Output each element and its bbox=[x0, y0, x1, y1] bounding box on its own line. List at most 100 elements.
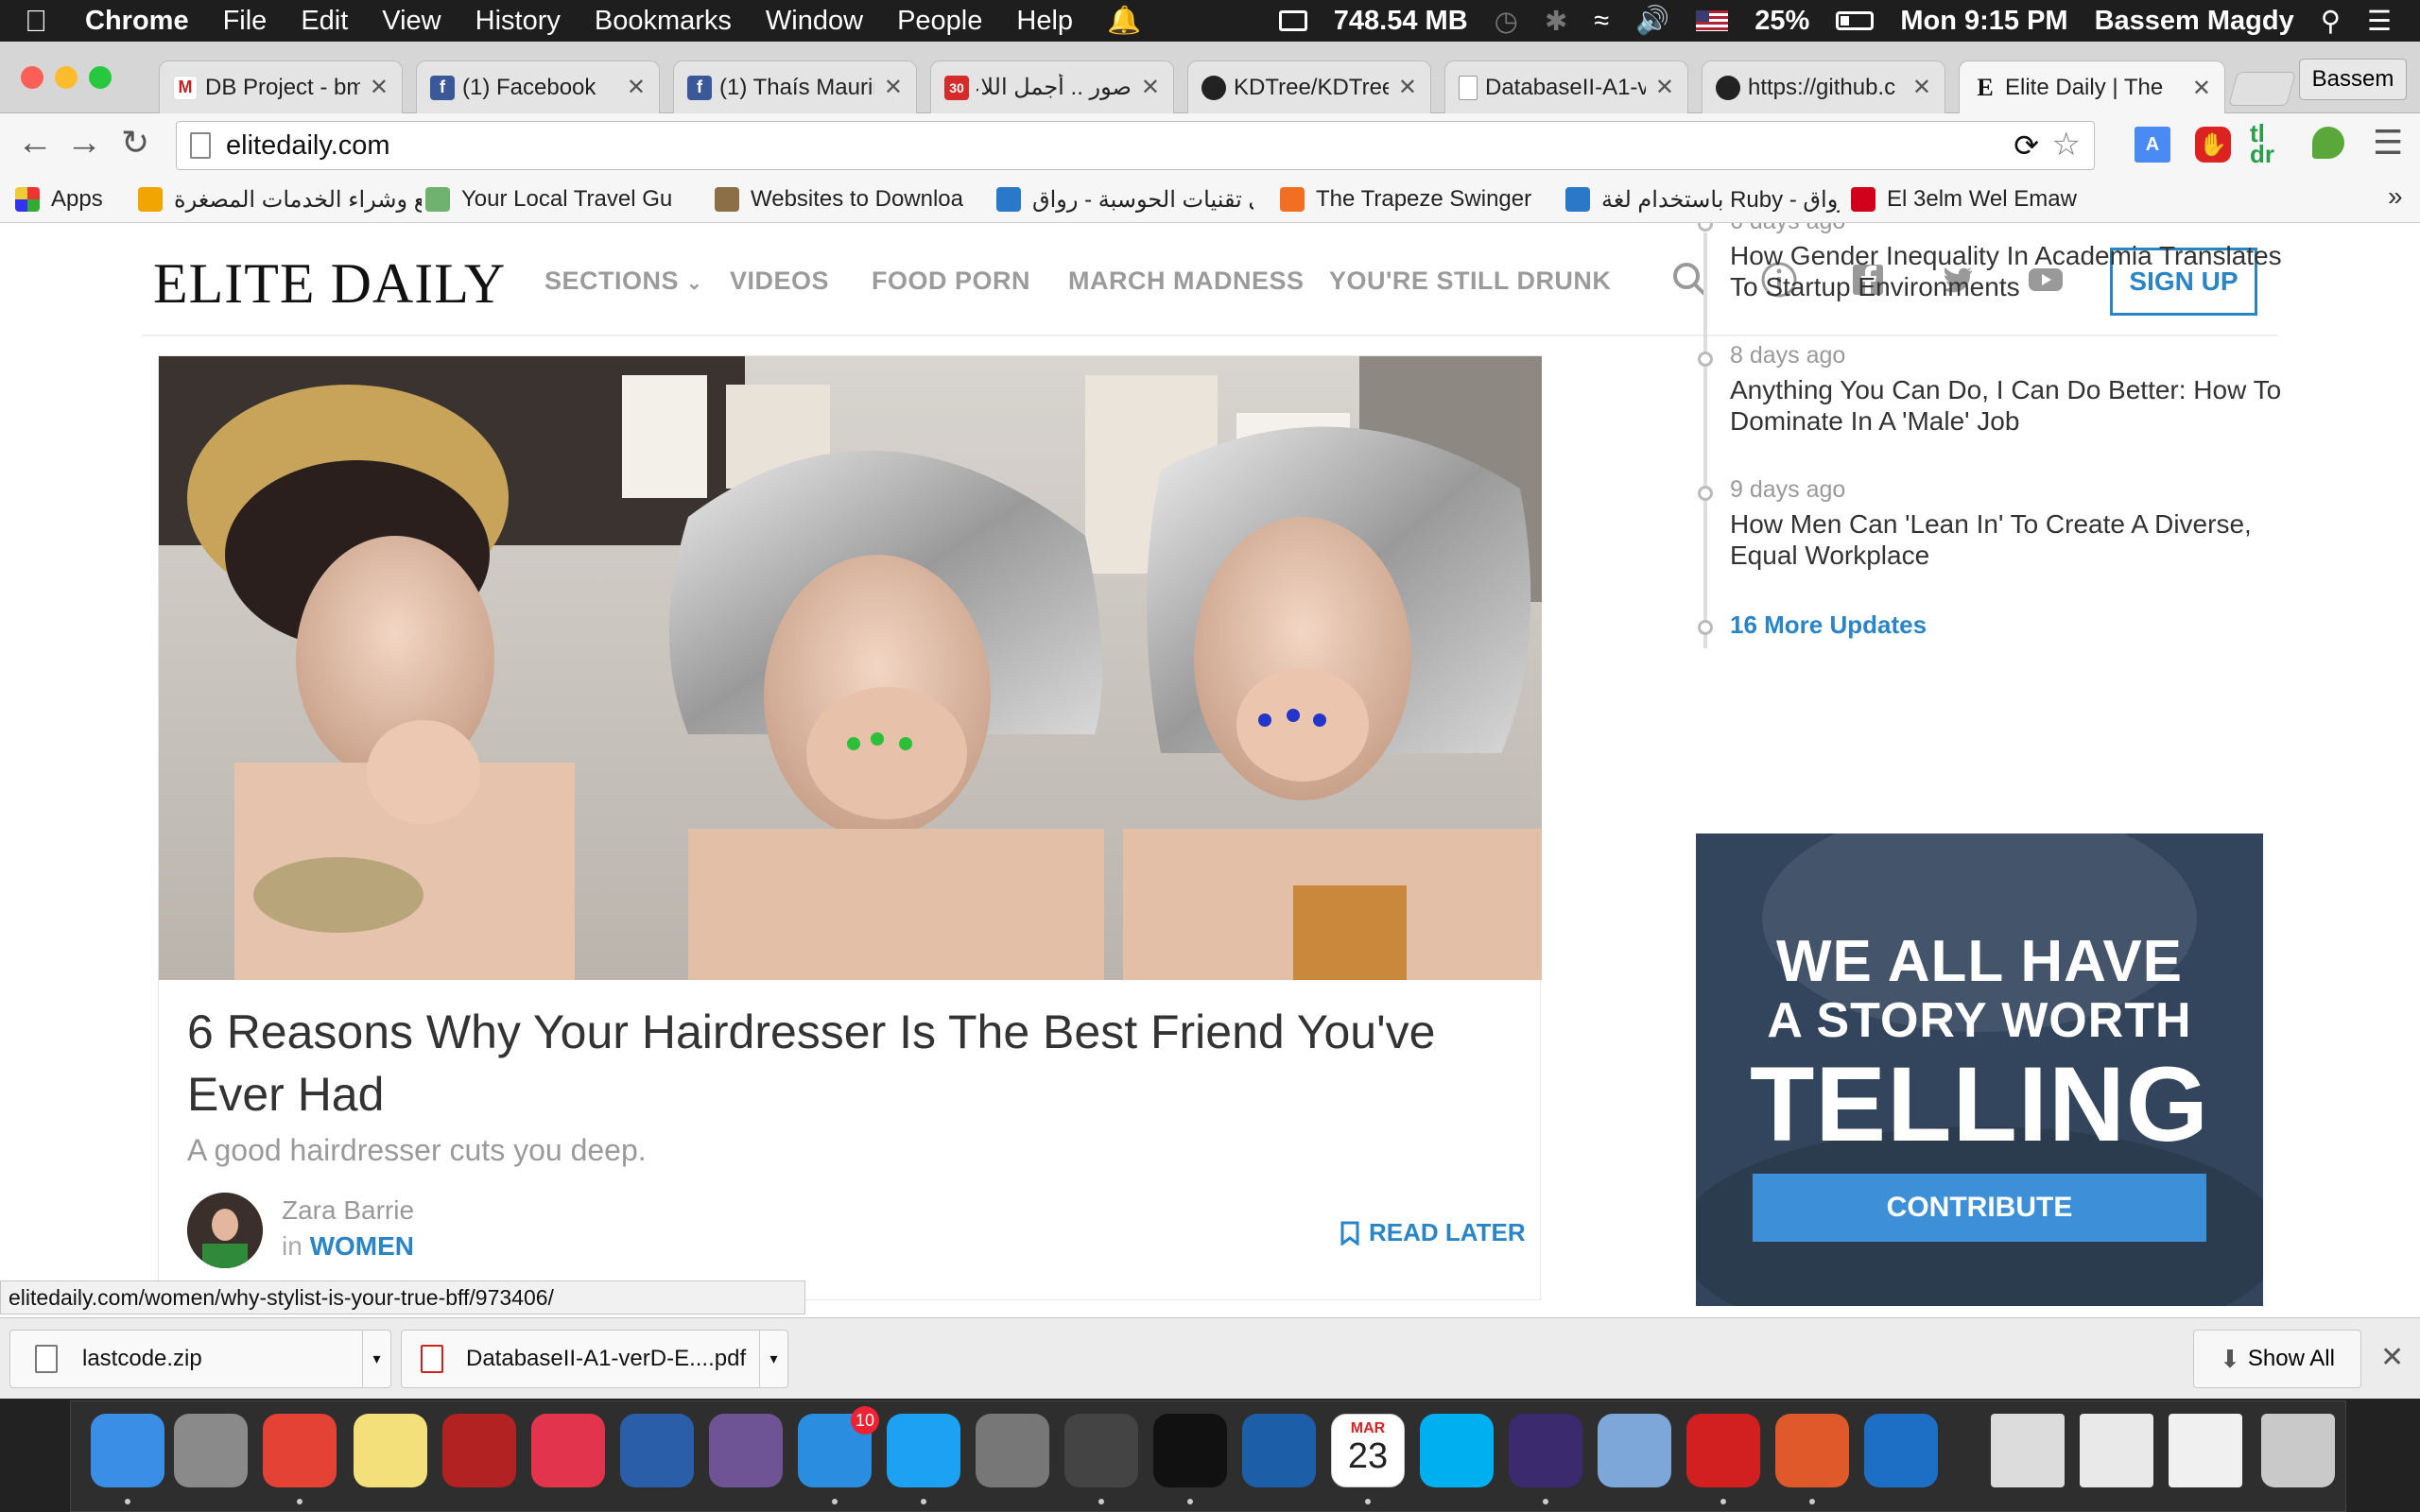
evernote-extension-icon[interactable] bbox=[2312, 127, 2344, 159]
trash-dock-icon[interactable] bbox=[2261, 1414, 2335, 1487]
more-bookmarks-icon[interactable]: » bbox=[2388, 181, 2403, 212]
notification-bell-icon[interactable]: 🔔 bbox=[1107, 5, 1141, 37]
virtualbox-dock-icon[interactable] bbox=[1242, 1414, 1316, 1487]
close-tab-icon[interactable]: ✕ bbox=[884, 74, 903, 101]
close-tab-icon[interactable]: ✕ bbox=[1655, 74, 1674, 101]
timeline-headline[interactable]: How Gender Inequality In Academia Transl… bbox=[1730, 240, 2288, 302]
memory-readout[interactable]: 748.54 MB bbox=[1334, 6, 1468, 37]
launchpad-dock-icon[interactable] bbox=[174, 1414, 248, 1487]
apple-icon[interactable]:  bbox=[25, 4, 47, 39]
battery-icon[interactable] bbox=[1836, 11, 1875, 30]
system-preferences-dock-icon[interactable] bbox=[976, 1414, 1049, 1487]
close-tab-icon[interactable]: ✕ bbox=[2192, 75, 2211, 102]
acrobat-dock-icon[interactable] bbox=[1686, 1414, 1760, 1487]
translate-extension-icon[interactable]: A bbox=[2135, 127, 2170, 163]
article-card[interactable]: 6 Reasons Why Your Hairdresser Is The Be… bbox=[158, 355, 1542, 1300]
xcode-dock-icon[interactable] bbox=[1864, 1414, 1938, 1487]
menu-view[interactable]: View bbox=[382, 6, 441, 37]
contribute-ad[interactable]: WE ALL HAVE A STORY WORTH TELLING CONTRI… bbox=[1696, 833, 2263, 1306]
menu-window[interactable]: Window bbox=[766, 6, 863, 37]
close-tab-icon[interactable]: ✕ bbox=[1912, 74, 1931, 101]
menu-bookmarks[interactable]: Bookmarks bbox=[595, 6, 732, 37]
author-name[interactable]: Zara Barrie bbox=[282, 1195, 414, 1226]
address-bar[interactable]: elitedaily.com ⟳ ☆ bbox=[176, 121, 2095, 170]
minimize-window-button[interactable] bbox=[55, 66, 78, 89]
menu-file[interactable]: File bbox=[223, 6, 268, 37]
wifi-icon[interactable]: ≈ bbox=[1594, 6, 1609, 37]
memory-monitor-icon[interactable] bbox=[1278, 10, 1307, 31]
profile-button[interactable]: Bassem bbox=[2299, 59, 2407, 100]
terminal-dock-icon[interactable] bbox=[1153, 1414, 1227, 1487]
close-window-button[interactable] bbox=[21, 66, 43, 89]
sublime-text-dock-icon[interactable] bbox=[1064, 1414, 1138, 1487]
nav-food-porn[interactable]: FOOD PORN bbox=[872, 266, 1030, 296]
tab-github[interactable]: https://github.c ✕ bbox=[1702, 60, 1945, 113]
clock[interactable]: Mon 9:15 PM bbox=[1900, 6, 2067, 37]
back-button[interactable]: ← bbox=[17, 123, 53, 163]
nav-videos[interactable]: VIDEOS bbox=[730, 266, 829, 296]
nav-sections[interactable]: SECTIONS ⌄ bbox=[544, 266, 702, 296]
volume-icon[interactable]: 🔊 bbox=[1635, 5, 1669, 37]
us-flag-icon[interactable] bbox=[1696, 10, 1729, 31]
bookmark-el-3elm[interactable]: El 3elm Wel Emaw bbox=[1851, 183, 2108, 215]
menu-help[interactable]: Help bbox=[1016, 6, 1073, 37]
finder-dock-icon[interactable] bbox=[91, 1414, 164, 1487]
timeline-headline[interactable]: How Men Can 'Lean In' To Create A Divers… bbox=[1730, 508, 2288, 571]
reload-button[interactable]: ↻ bbox=[121, 123, 149, 163]
app-store-dock-icon[interactable]: 10 bbox=[798, 1406, 879, 1487]
close-tab-icon[interactable]: ✕ bbox=[1141, 74, 1160, 101]
close-shelf-icon[interactable]: ✕ bbox=[2380, 1341, 2404, 1374]
download-menu-chevron-icon[interactable]: ▾ bbox=[362, 1330, 390, 1388]
download-item-lastcode[interactable]: lastcode.zip ▾ bbox=[9, 1330, 391, 1388]
close-tab-icon[interactable]: ✕ bbox=[370, 74, 389, 101]
contribute-button[interactable]: CONTRIBUTE bbox=[1753, 1174, 2206, 1242]
tab-kdtree[interactable]: KDTree/KDTree. ✕ bbox=[1187, 60, 1431, 113]
read-later-button[interactable]: READ LATER bbox=[1340, 1218, 1526, 1247]
site-logo[interactable]: ELITE DAILY bbox=[153, 251, 506, 317]
more-updates-link[interactable]: 16 More Updates bbox=[1730, 610, 1927, 640]
eclipse-dock-icon[interactable] bbox=[1509, 1414, 1582, 1487]
itunes-dock-icon[interactable] bbox=[531, 1414, 605, 1487]
minimized-window-thumbnail[interactable] bbox=[2080, 1414, 2153, 1487]
show-all-downloads-button[interactable]: ⬇ Show All bbox=[2193, 1330, 2361, 1388]
menu-history[interactable]: History bbox=[475, 6, 561, 37]
notes-dock-icon[interactable] bbox=[354, 1414, 427, 1487]
skype-dock-icon[interactable] bbox=[1420, 1414, 1494, 1487]
tab-elite-daily[interactable]: E Elite Daily | The ✕ bbox=[1959, 60, 2225, 114]
tldr-extension-icon[interactable]: tl dr bbox=[2250, 121, 2274, 166]
minimized-window-thumbnail[interactable] bbox=[1991, 1414, 2065, 1487]
sync-icon[interactable]: ⟳ bbox=[2014, 128, 2039, 163]
nav-march-madness[interactable]: MARCH MADNESS bbox=[1068, 266, 1305, 296]
preview-dock-icon[interactable] bbox=[1598, 1414, 1671, 1487]
powerpoint-dock-icon[interactable] bbox=[1775, 1414, 1849, 1487]
download-item-database-pdf[interactable]: DatabaseII-A1-verD-E....pdf ▾ bbox=[401, 1330, 788, 1388]
author-avatar[interactable] bbox=[187, 1193, 263, 1268]
bookmark-rwaq-computing[interactable]: في تقنيات الحوسبة - رواق bbox=[996, 183, 1253, 215]
instastats-dock-icon[interactable] bbox=[620, 1414, 694, 1487]
close-tab-icon[interactable]: ✕ bbox=[627, 74, 646, 101]
new-tab-button[interactable] bbox=[2228, 72, 2296, 106]
nav-youre-still-drunk[interactable]: YOU'RE STILL DRUNK bbox=[1329, 266, 1611, 296]
bookmark-rwaq-ruby[interactable]: رواق - Ruby باستخدام لغة bbox=[1565, 183, 1840, 215]
twitter-dock-icon[interactable] bbox=[887, 1414, 960, 1487]
tab-facebook-profile[interactable]: f (1) Thaís Maurin ✕ bbox=[673, 60, 917, 113]
chrome-dock-icon[interactable] bbox=[263, 1414, 337, 1487]
notification-center-icon[interactable]: ☰ bbox=[2367, 5, 2392, 38]
spotlight-search-icon[interactable]: ⚲ bbox=[2321, 5, 2341, 38]
calendar-dock-icon[interactable]: MAR 23 bbox=[1331, 1414, 1405, 1487]
bookmark-khamsat[interactable]: لبيع وشراء الخدمات المصغرة bbox=[138, 183, 422, 215]
article-title[interactable]: 6 Reasons Why Your Hairdresser Is The Be… bbox=[187, 1001, 1511, 1125]
category-link[interactable]: WOMEN bbox=[310, 1231, 414, 1261]
timeline-headline[interactable]: Anything You Can Do, I Can Do Better: Ho… bbox=[1730, 374, 2288, 437]
tab-arabic-news[interactable]: 30 صور .. أجمل اللاعبات ✕ bbox=[930, 60, 1174, 113]
bookmark-star-icon[interactable]: ☆ bbox=[2052, 126, 2081, 163]
forward-button[interactable]: → bbox=[66, 123, 102, 163]
github-dock-icon[interactable] bbox=[709, 1414, 783, 1487]
bookmark-trapeze-swinger[interactable]: The Trapeze Swinger bbox=[1280, 183, 1547, 215]
menu-app-name[interactable]: Chrome bbox=[85, 6, 189, 37]
minimized-window-thumbnail[interactable] bbox=[2169, 1414, 2242, 1487]
photo-booth-dock-icon[interactable] bbox=[442, 1414, 516, 1487]
time-machine-icon[interactable]: ◷ bbox=[1495, 5, 1518, 38]
battery-percent[interactable]: 25% bbox=[1754, 6, 1809, 37]
user-name[interactable]: Bassem Magdy bbox=[2095, 6, 2294, 37]
